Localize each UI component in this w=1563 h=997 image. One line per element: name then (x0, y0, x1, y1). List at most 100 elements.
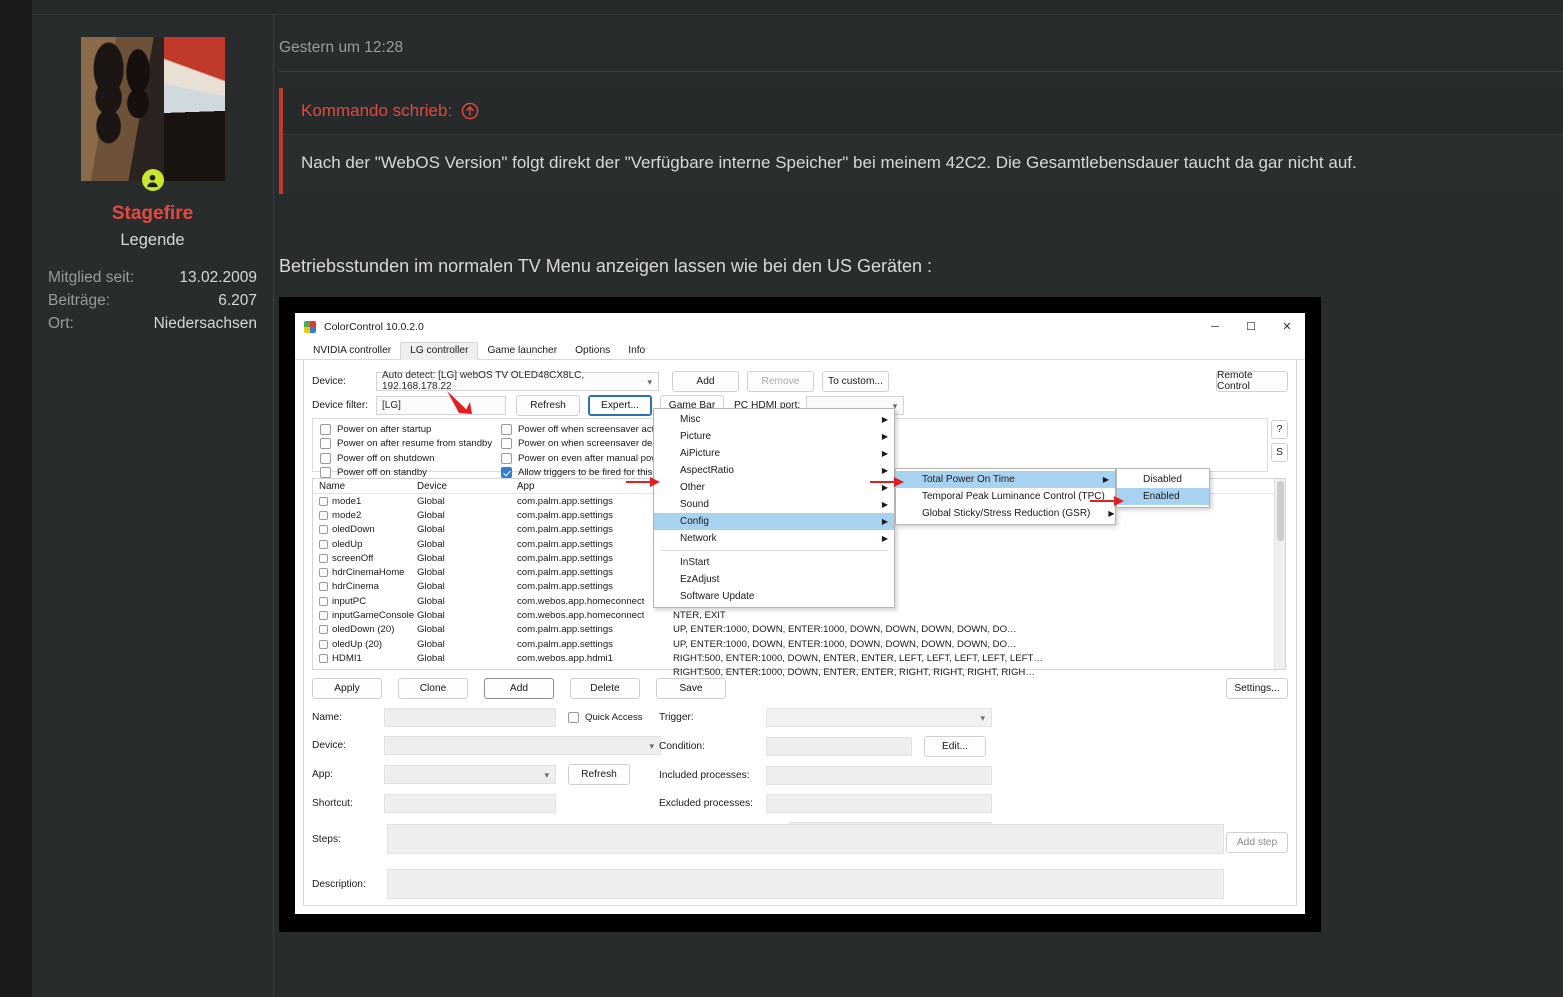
device-select[interactable]: Auto detect: [LG] webOS TV OLED48CX8LC, … (376, 370, 659, 392)
trigger-select[interactable]: ▾ (766, 707, 992, 727)
s-button[interactable]: S (1271, 442, 1288, 462)
submenu-item-global-sticky-stress-reduction-gsr[interactable]: Global Sticky/Stress Reduction (GSR) ▶ (896, 505, 1115, 522)
name-input[interactable] (384, 707, 556, 727)
menu-item-aipicture[interactable]: AiPicture ▶ (654, 445, 894, 462)
add-device-button[interactable]: Add (672, 370, 739, 392)
menu-item-software-update[interactable]: Software Update (654, 588, 894, 605)
detail-form-left: Name: Quick Access Device: ▾ App: ▾ Refr… (312, 707, 661, 813)
delete-button[interactable]: Delete (570, 677, 640, 699)
config-submenu[interactable]: Total Power On Time ▶ Temporal Peak Lumina… (895, 467, 1129, 525)
checkbox-power-on-after-startup[interactable]: Power on after startup (320, 423, 492, 435)
add-step-button[interactable]: Add step (1226, 831, 1288, 853)
tab-nvidia-controller[interactable]: NVIDIA controller (304, 343, 400, 359)
steps-input[interactable] (386, 823, 1224, 854)
submenu-item-total-power-on-time[interactable]: Total Power On Time ▶ (896, 470, 1115, 488)
checkbox-label: Power off when screensaver activate (518, 423, 675, 435)
clone-button[interactable]: Clone (398, 677, 468, 699)
menu-item-label: Other (680, 481, 706, 493)
row-checkbox[interactable] (319, 625, 328, 635)
description-input[interactable] (386, 868, 1224, 899)
tab-options[interactable]: Options (566, 343, 619, 359)
checkbox-power-on-screensaver-deactivated[interactable]: Power on when screensaver deactiv (501, 438, 675, 450)
add-button[interactable]: Add (484, 677, 554, 699)
table-row[interactable]: HDMI1 Global com.webos.app.hdmi1 RIGHT:500,… (313, 652, 1285, 666)
menu-item-ezadjust[interactable]: EzAdjust (654, 571, 894, 588)
app-refresh-button[interactable]: Refresh (568, 763, 630, 785)
shortcut-input[interactable] (384, 793, 556, 813)
steps-row: Steps: (312, 823, 1224, 854)
menu-item-label: Network (680, 532, 717, 544)
row-checkbox[interactable] (319, 596, 328, 606)
embedded-screenshot[interactable]: ColorControl 10.0.2.0 ─ ☐ ✕ NVIDIA contr… (279, 296, 1321, 932)
scrollbar-thumb[interactable] (1276, 480, 1284, 541)
checkbox-quick-access[interactable]: Quick Access (568, 711, 643, 723)
forum-page: Stagefire Legende Mitglied seit: 13.02.2… (0, 0, 1563, 997)
save-button[interactable]: Save (656, 677, 726, 699)
menu-item-aspectratio[interactable]: AspectRatio ▶ (654, 462, 894, 479)
app-select[interactable]: ▾ (384, 764, 556, 784)
device-detail-select[interactable]: ▾ (384, 735, 661, 755)
help-button[interactable]: ? (1271, 419, 1288, 439)
submenu-item-temporal-peak-luminance-control-tpc[interactable]: Temporal Peak Luminance Control (TPC)▶ (896, 488, 1129, 505)
checkbox-power-off-screensaver-activated[interactable]: Power off when screensaver activate (501, 423, 675, 435)
excluded-processes-input[interactable] (766, 793, 992, 813)
tab-info[interactable]: Info (619, 343, 654, 359)
row-checkbox[interactable] (319, 539, 328, 549)
checkbox-power-on-after-manual-power[interactable]: Power on even after manual power (501, 452, 675, 464)
remove-device-button[interactable]: Remove (747, 370, 814, 392)
grid-vertical-scrollbar[interactable] (1274, 478, 1285, 669)
row-checkbox[interactable] (319, 525, 328, 535)
grid-col-device[interactable]: Device (417, 481, 447, 492)
menu-item-instart[interactable]: InStart (654, 554, 894, 571)
menu-item-picture[interactable]: Picture ▶ (654, 428, 894, 445)
cell-name: oledUp (20) (332, 638, 383, 650)
row-checkbox[interactable] (319, 510, 328, 520)
tab-game-launcher[interactable]: Game launcher (478, 343, 566, 359)
condition-input[interactable] (766, 736, 912, 756)
tpot-item-enabled[interactable]: Enabled (1117, 487, 1209, 505)
jump-to-post-icon[interactable] (461, 102, 479, 120)
total-power-on-time-submenu[interactable]: Disabled Enabled (1116, 467, 1210, 508)
menu-item-other[interactable]: Other ▶ (654, 479, 894, 496)
menu-item-network[interactable]: Network ▶ (654, 530, 894, 547)
minimize-icon[interactable]: ─ (1197, 313, 1233, 341)
table-row[interactable]: oledUp (20) Global com.palm.app.settings UP… (313, 638, 1285, 652)
remote-control-button[interactable]: Remote Control (1216, 370, 1288, 392)
menu-item-misc[interactable]: Misc ▶ (654, 411, 894, 428)
tab-lg-controller[interactable]: LG controller (400, 341, 479, 360)
checkbox-power-off-on-shutdown[interactable]: Power off on shutdown (320, 452, 492, 464)
to-custom-button[interactable]: To custom... (822, 370, 889, 392)
tpot-item-disabled[interactable]: Disabled (1117, 471, 1209, 488)
edit-condition-button[interactable]: Edit... (924, 735, 986, 757)
close-icon[interactable]: ✕ (1269, 313, 1305, 341)
expert-button[interactable]: Expert... (588, 394, 652, 416)
row-checkbox[interactable] (319, 639, 328, 649)
refresh-devices-button[interactable]: Refresh (516, 394, 580, 416)
menu-item-label: Picture (680, 430, 712, 442)
table-row[interactable]: oledDown (20) Global com.palm.app.settings… (313, 623, 1285, 637)
cell-steps: RIGHT:500, ENTER:1000, DOWN, ENTER, ENTE… (673, 667, 1035, 679)
grid-col-app[interactable]: App (517, 481, 534, 492)
row-checkbox[interactable] (319, 582, 328, 592)
author-username[interactable]: Stagefire (32, 203, 273, 225)
row-checkbox[interactable] (319, 611, 328, 621)
menu-item-sound[interactable]: Sound ▶ (654, 496, 894, 513)
row-checkbox[interactable] (319, 553, 328, 563)
grid-col-name[interactable]: Name (319, 481, 345, 492)
shortcut-label: Shortcut: (312, 797, 353, 809)
row-checkbox[interactable] (319, 653, 328, 663)
cell-device: Global (417, 610, 445, 622)
device-filter-input[interactable]: [LG] (376, 395, 506, 415)
expert-context-menu[interactable]: Misc ▶ Picture ▶ AiPicture ▶ AspectRatio ▶ Other… (653, 407, 895, 608)
menu-item-config[interactable]: Config ▶ (654, 512, 894, 530)
avatar[interactable] (80, 37, 225, 191)
checkbox-power-on-after-resume[interactable]: Power on after resume from standby (320, 438, 492, 450)
included-processes-input[interactable] (766, 765, 992, 785)
apply-button[interactable]: Apply (312, 677, 382, 699)
maximize-icon[interactable]: ☐ (1233, 313, 1269, 341)
row-checkbox[interactable] (319, 568, 328, 578)
row-checkbox[interactable] (319, 496, 328, 506)
table-row[interactable]: inputGameConsole Global com.webos.app.home… (313, 609, 1285, 623)
app-label: App: (312, 768, 333, 780)
settings-button[interactable]: Settings... (1226, 677, 1288, 699)
